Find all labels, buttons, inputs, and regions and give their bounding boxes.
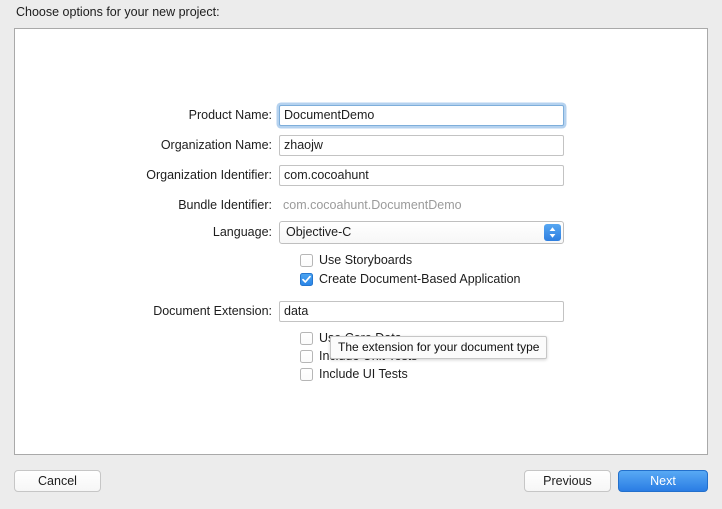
product-name-input[interactable] bbox=[279, 104, 564, 126]
language-popup-button[interactable]: Objective-C bbox=[279, 220, 564, 244]
checkmark-icon[interactable] bbox=[300, 272, 313, 286]
options-panel: Product Name: Organization Name: Organizat… bbox=[14, 28, 708, 455]
checkbox-row-create-document-based-application[interactable]: Create Document-Based Application bbox=[300, 270, 521, 288]
document-extension-label: Document Extension: bbox=[153, 304, 272, 318]
form-row-organization-identifier: Organization Identifier: bbox=[15, 164, 707, 186]
next-button[interactable]: Next bbox=[618, 470, 708, 492]
sheet-title: Choose options for your new project: bbox=[16, 5, 220, 19]
form-row-bundle-identifier: Bundle Identifier: com.cocoahunt.Document… bbox=[15, 194, 707, 216]
document-extension-input[interactable] bbox=[279, 300, 564, 322]
checkbox-row-include-ui-tests[interactable]: Include UI Tests bbox=[300, 365, 408, 383]
previous-button[interactable]: Previous bbox=[524, 470, 611, 492]
checkbox-empty-icon[interactable] bbox=[300, 367, 313, 381]
language-selected-value: Objective-C bbox=[286, 225, 352, 239]
form-row-organization-name: Organization Name: bbox=[15, 134, 707, 156]
bundle-identifier-value: com.cocoahunt.DocumentDemo bbox=[283, 198, 462, 212]
chevron-up-down-icon bbox=[544, 223, 561, 241]
create-document-based-application-label: Create Document-Based Application bbox=[319, 272, 521, 286]
checkbox-empty-icon[interactable] bbox=[300, 331, 313, 345]
include-ui-tests-label: Include UI Tests bbox=[319, 367, 408, 381]
product-name-label: Product Name: bbox=[188, 108, 272, 122]
form-row-document-extension: Document Extension: bbox=[15, 300, 707, 322]
checkbox-empty-icon[interactable] bbox=[300, 349, 313, 363]
organization-name-label: Organization Name: bbox=[160, 138, 272, 152]
use-storyboards-label: Use Storyboards bbox=[319, 253, 413, 267]
organization-identifier-input[interactable] bbox=[279, 164, 564, 186]
form-row-language: Language: Objective-C bbox=[15, 220, 707, 244]
bundle-identifier-label: Bundle Identifier: bbox=[178, 198, 272, 212]
tooltip: The extension for your document type bbox=[330, 336, 548, 359]
language-label: Language: bbox=[212, 225, 272, 239]
checkbox-row-use-storyboards[interactable]: Use Storyboards bbox=[300, 251, 412, 269]
checkbox-empty-icon[interactable] bbox=[300, 253, 313, 267]
form-row-product-name: Product Name: bbox=[15, 104, 707, 126]
organization-identifier-label: Organization Identifier: bbox=[146, 168, 272, 182]
cancel-button[interactable]: Cancel bbox=[14, 470, 101, 492]
organization-name-input[interactable] bbox=[279, 134, 564, 156]
